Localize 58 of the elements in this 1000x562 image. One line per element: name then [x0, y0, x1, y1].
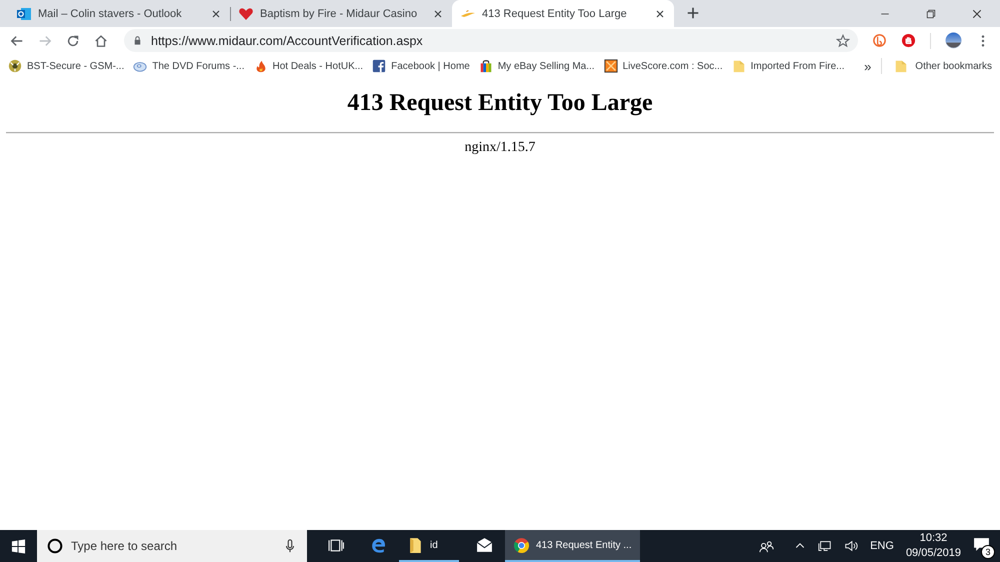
hand-stop-icon[interactable] [901, 33, 916, 48]
extension-icon[interactable] [872, 33, 887, 48]
page-heading: 413 Request Entity Too Large [346, 90, 654, 117]
disc-icon [133, 59, 148, 73]
bookmark[interactable]: Imported From Fire... [732, 59, 845, 73]
bookmark[interactable]: My eBay Selling Ma... [478, 59, 595, 73]
browser-tab[interactable]: 413 Request Entity Too Large [452, 0, 674, 27]
restore-icon [925, 8, 937, 20]
more-bookmarks-button[interactable]: » [864, 58, 872, 74]
chrome-icon [513, 536, 530, 554]
edge-icon [370, 536, 386, 554]
close-icon[interactable] [432, 8, 444, 20]
address-field[interactable]: https://www.midaur.com/AccountVerification.aspx [124, 29, 858, 52]
windows-icon [11, 538, 26, 554]
server-version: nginx/1.15.7 [464, 140, 536, 156]
facebook-icon [372, 59, 386, 73]
forward-icon [38, 34, 52, 48]
bookmark-folder[interactable]: Other bookmarks [894, 59, 992, 73]
back-button[interactable] [10, 34, 24, 48]
people-icon[interactable] [759, 538, 774, 554]
network-icon[interactable] [818, 539, 832, 553]
microphone-icon [283, 539, 297, 553]
close-icon [971, 8, 983, 20]
shopping-bag-icon [478, 59, 493, 73]
browser-tab[interactable]: Baptism by Fire - Midaur Casino [230, 0, 452, 27]
new-tab-icon[interactable] [686, 6, 700, 20]
star-icon[interactable] [836, 34, 850, 48]
folder-icon [894, 59, 908, 73]
search-field[interactable]: Type here to search [37, 530, 307, 562]
task-view-icon [328, 536, 344, 554]
lock-icon [132, 35, 143, 46]
clock[interactable]: 10:32 09/05/2019 [906, 531, 961, 561]
bookmark[interactable]: LiveScore.com : Soc... [604, 59, 723, 73]
home-button[interactable] [94, 34, 108, 48]
heart-icon [238, 6, 254, 22]
taskbar-app[interactable]: 413 Request Entity ... [505, 530, 640, 562]
folder-icon [732, 59, 746, 73]
folder-icon [407, 536, 424, 554]
close-icon[interactable] [210, 8, 222, 20]
cortana-icon [47, 538, 63, 554]
taskbar-app[interactable]: id [399, 530, 459, 562]
bookmark[interactable]: Hot Deals - HotUK... [254, 59, 364, 73]
back-icon [10, 34, 24, 48]
bookmark[interactable]: The DVD Forums -... [133, 59, 244, 73]
bookmark[interactable]: BST-Secure - GSM-... [8, 59, 124, 73]
notification-count: 3 [981, 545, 995, 559]
flame-icon [254, 59, 268, 73]
close-icon[interactable] [654, 8, 666, 20]
speaker-icon[interactable] [844, 539, 858, 553]
envelope-icon [476, 536, 492, 554]
url-text: https://www.midaur.com/AccountVerification.aspx [151, 34, 423, 48]
reload-icon [66, 34, 80, 48]
reload-button[interactable] [66, 34, 80, 48]
language-indicator[interactable]: ENG [870, 540, 894, 552]
browser-tab[interactable]: Mail – Colin stavers - Outlook [8, 0, 230, 27]
home-icon [94, 34, 108, 48]
avatar-icon[interactable] [945, 32, 962, 49]
bookmark[interactable]: Facebook | Home [372, 59, 470, 73]
